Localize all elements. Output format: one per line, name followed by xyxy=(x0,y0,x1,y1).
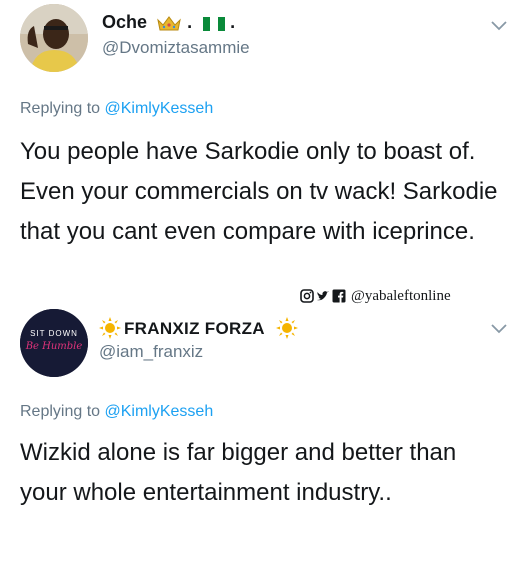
user-handle[interactable]: @Dvomiztasammie xyxy=(102,38,250,58)
tweet-oche: Oche . . @Dvomiztasammie Replying to @Ki… xyxy=(0,0,532,300)
avatar-logo: SIT DOWN Be Humble xyxy=(20,309,88,377)
display-name[interactable]: Oche . . xyxy=(102,12,235,33)
avatar[interactable] xyxy=(20,4,88,72)
svg-text:Be Humble: Be Humble xyxy=(25,341,83,352)
mention-link[interactable]: @KimlyKesseh xyxy=(105,100,214,117)
mention-link[interactable]: @KimlyKesseh xyxy=(105,403,214,420)
twitter-icon xyxy=(316,289,330,303)
nigeria-flag-icon xyxy=(203,15,226,32)
tweet-text: You people have Sarkodie only to boast o… xyxy=(20,138,498,245)
instagram-icon xyxy=(300,289,314,303)
replying-to-line: Replying to @KimlyKesseh xyxy=(20,403,214,420)
watermark-text: @yabaleftonline xyxy=(351,287,451,304)
sun-emoji-icon xyxy=(99,317,121,339)
user-handle[interactable]: @iam_franxiz xyxy=(99,342,203,362)
svg-text:SIT DOWN: SIT DOWN xyxy=(30,329,78,338)
sun-emoji-icon xyxy=(276,317,298,339)
replying-to-line: Replying to @KimlyKesseh xyxy=(20,100,214,117)
crown-emoji-icon xyxy=(157,16,181,31)
chevron-down-icon[interactable] xyxy=(490,20,508,32)
chevron-down-icon[interactable] xyxy=(490,323,508,335)
tweet-franxiz: SIT DOWN Be Humble FRANXIZ FORZA @iam_fr… xyxy=(0,305,532,576)
avatar[interactable]: SIT DOWN Be Humble xyxy=(20,309,88,377)
display-name[interactable]: FRANXIZ FORZA xyxy=(124,319,265,339)
source-watermark: @yabaleftonline xyxy=(300,286,451,306)
facebook-icon xyxy=(332,289,346,303)
tweet-text: Wizkid alone is far bigger and better th… xyxy=(20,439,457,506)
avatar-photo xyxy=(20,4,88,72)
